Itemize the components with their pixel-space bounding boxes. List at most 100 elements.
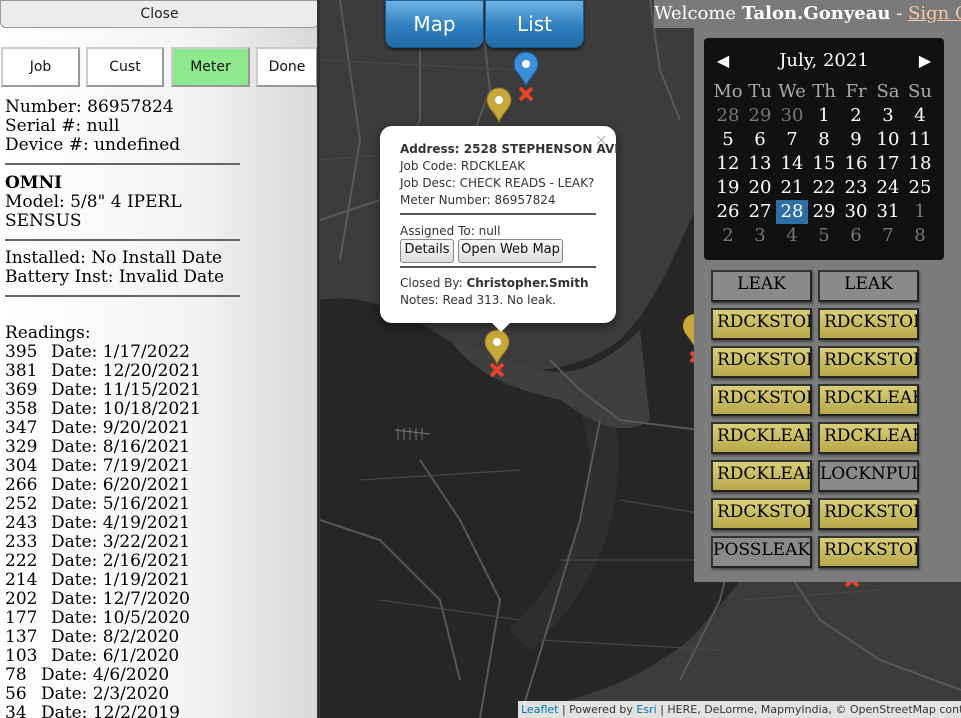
calendar-day[interactable]: 1 [904,200,936,224]
calendar-day[interactable]: 19 [712,176,744,200]
job-code-button[interactable]: RDCKSTOP [818,346,919,378]
calendar-day[interactable]: 28 [776,200,808,224]
calendar-day[interactable]: 30 [776,104,808,128]
calendar-day[interactable]: 23 [840,176,872,200]
reading-date-label: Date: [51,627,98,647]
calendar-day[interactable]: 25 [904,176,936,200]
reading-date: 6/20/2021 [102,475,190,495]
calendar-day[interactable]: 22 [808,176,840,200]
popup-closed-by: Closed By: Christopher.Smith [400,276,589,290]
reading-value: 78 [5,665,27,685]
reading-row: 34 Date: 12/2/2019 [5,704,180,718]
next-month-icon[interactable]: ▶ [910,38,940,84]
calendar-day[interactable]: 31 [872,200,904,224]
popup-meter-number: Meter Number: 86957824 [400,193,556,207]
map-view-button[interactable]: Map [385,0,484,48]
reading-value: 252 [5,494,38,514]
calendar-day[interactable]: 2 [840,104,872,128]
close-panel-button[interactable]: Close [0,0,317,28]
reading-row: 304 Date: 7/19/2021 [5,457,190,476]
tab-cust[interactable]: Cust [86,47,164,87]
calendar-day[interactable]: 8 [904,224,936,248]
sign-out-link[interactable]: Sign Out [908,3,961,24]
job-code-button[interactable]: RDCKLEAK [711,460,812,492]
calendar-day[interactable]: 16 [840,152,872,176]
calendar-day[interactable]: 10 [872,128,904,152]
job-code-button[interactable]: RDCKLEAK [711,422,812,454]
calendar-day[interactable]: 13 [744,152,776,176]
calendar-day[interactable]: 7 [872,224,904,248]
calendar-day[interactable]: 4 [904,104,936,128]
leaflet-link[interactable]: Leaflet [521,703,558,716]
reading-date: 10/5/2020 [102,608,190,628]
calendar-day[interactable]: 1 [808,104,840,128]
reading-row: 137 Date: 8/2/2020 [5,628,179,647]
reading-value: 202 [5,589,38,609]
job-code-button[interactable]: LOCKNPULL [818,460,919,492]
divider [5,239,240,241]
reading-row: 103 Date: 6/1/2020 [5,647,179,666]
weekday-header: Th [812,81,836,102]
job-code-button[interactable]: RDCKLEAK [818,422,919,454]
open-web-map-button[interactable]: Open Web Map [458,239,563,263]
calendar-day[interactable]: 6 [744,128,776,152]
calendar-day[interactable]: 21 [776,176,808,200]
reading-row: 243 Date: 4/19/2021 [5,514,190,533]
calendar-day[interactable]: 24 [872,176,904,200]
calendar-day[interactable]: 11 [904,128,936,152]
popup-notes: Notes: Read 313. No leak. [400,293,556,307]
calendar-day[interactable]: 3 [872,104,904,128]
calendar-day[interactable]: 27 [744,200,776,224]
calendar-day[interactable]: 7 [776,128,808,152]
calendar-day[interactable]: 6 [840,224,872,248]
calendar-day[interactable]: 29 [808,200,840,224]
reading-value: 137 [5,627,38,647]
job-code-button[interactable]: RDCKSTOP [818,536,919,568]
calendar-day[interactable]: 28 [712,104,744,128]
reading-row: 214 Date: 1/19/2021 [5,571,190,590]
calendar-day[interactable]: 20 [744,176,776,200]
calendar-day[interactable]: 12 [712,152,744,176]
reading-row: 358 Date: 10/18/2021 [5,400,201,419]
calendar-day[interactable]: 8 [808,128,840,152]
popup-job-code: Job Code: RDCKLEAK [400,159,526,173]
calendar-day[interactable]: 4 [776,224,808,248]
calendar-day[interactable]: 9 [840,128,872,152]
prev-month-icon[interactable]: ◀ [708,38,738,84]
calendar-day[interactable]: 14 [776,152,808,176]
job-code-button[interactable]: RDCKSTOP [818,308,919,340]
reading-value: 329 [5,437,38,457]
tab-meter[interactable]: Meter [171,47,250,87]
job-code-button[interactable]: RDCKSTOP [818,498,919,530]
job-code-button[interactable]: RDCKLEAK [818,384,919,416]
reading-date-label: Date: [51,418,98,438]
calendar-day[interactable]: 17 [872,152,904,176]
calendar-day[interactable]: 29 [744,104,776,128]
reading-value: 395 [5,342,38,362]
reading-row: 381 Date: 12/20/2021 [5,362,201,381]
esri-link[interactable]: Esri [636,703,656,716]
tab-done[interactable]: Done [256,47,317,87]
job-code-button[interactable]: LEAK [818,270,919,302]
list-view-button[interactable]: List [485,0,584,48]
details-button[interactable]: Details [400,239,454,263]
calendar-day[interactable]: 18 [904,152,936,176]
reading-value: 347 [5,418,38,438]
calendar-day[interactable]: 15 [808,152,840,176]
job-code-button[interactable]: POSSLEAK [711,536,812,568]
calendar-day[interactable]: 5 [712,128,744,152]
calendar-day[interactable]: 5 [808,224,840,248]
reading-date: 1/17/2022 [102,342,190,362]
job-code-button[interactable]: RDCKSTOP [711,346,812,378]
reading-date-label: Date: [41,684,88,704]
job-code-button[interactable]: RDCKSTOP [711,498,812,530]
calendar-day[interactable]: 30 [840,200,872,224]
calendar-day[interactable]: 2 [712,224,744,248]
reading-value: 381 [5,361,38,381]
calendar-day[interactable]: 26 [712,200,744,224]
job-code-button[interactable]: RDCKSTOP [711,384,812,416]
job-code-button[interactable]: LEAK [711,270,812,302]
job-code-button[interactable]: RDCKSTOP [711,308,812,340]
tab-job[interactable]: Job [1,47,80,87]
calendar-day[interactable]: 3 [744,224,776,248]
